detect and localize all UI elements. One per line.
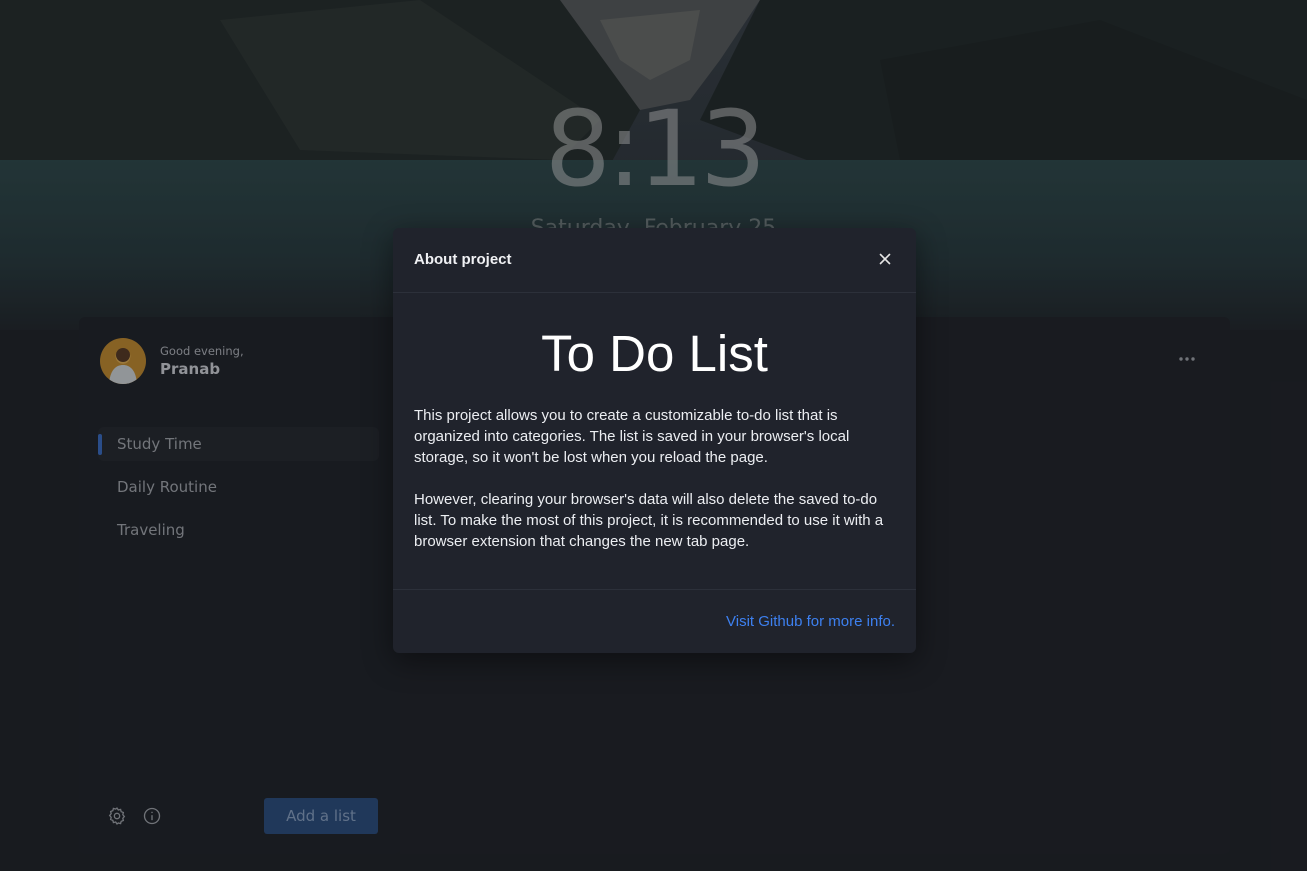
- modal-title: About project: [414, 251, 512, 268]
- github-link[interactable]: Visit Github for more info.: [726, 613, 895, 630]
- modal-heading: To Do List: [541, 325, 768, 382]
- new-tab-page: 8:13 Saturday, February 25 Good evening,…: [0, 0, 1307, 871]
- modal-body: To Do List This project allows you to cr…: [393, 293, 916, 590]
- modal-paragraph-1: This project allows you to create a cust…: [414, 407, 850, 466]
- modal-paragraph-2: However, clearing your browser's data wi…: [414, 491, 884, 550]
- close-icon[interactable]: [876, 250, 894, 268]
- modal-footer: Visit Github for more info.: [393, 590, 916, 652]
- modal-header: About project: [393, 228, 916, 293]
- about-modal: About project To Do List This project al…: [393, 228, 916, 653]
